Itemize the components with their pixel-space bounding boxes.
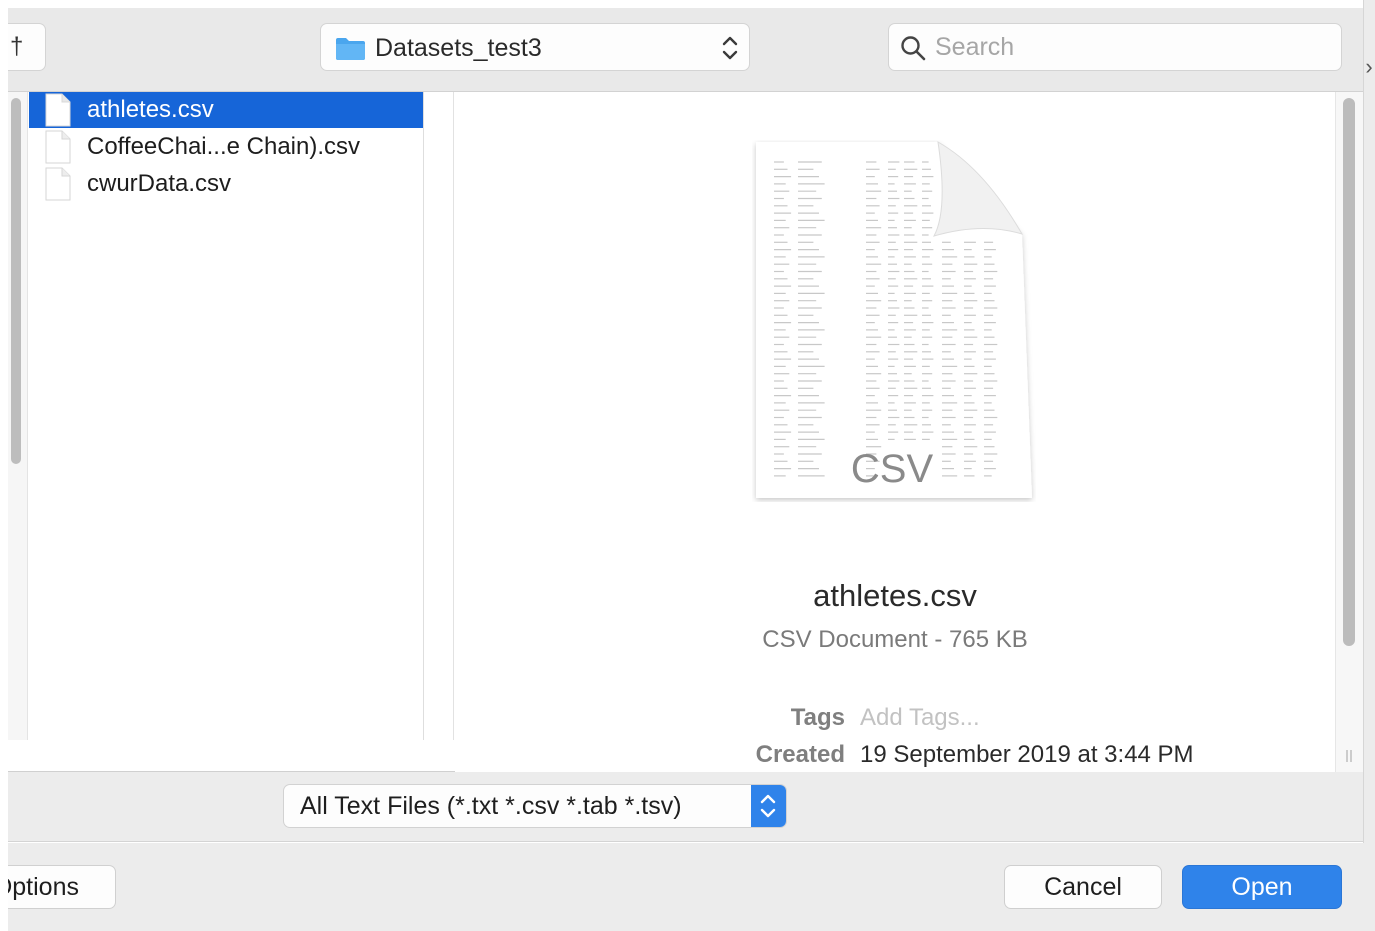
file-row-coffeechain[interactable]: CoffeeChai...e Chain).csv: [29, 129, 423, 165]
file-type-bar: All Text Files (*.txt *.csv *.tab *.tsv): [8, 772, 1363, 842]
document-icon: [45, 130, 71, 164]
options-button[interactable]: Options: [8, 865, 116, 909]
file-type-stepper[interactable]: [751, 785, 786, 827]
folder-icon: [336, 38, 365, 60]
csv-document-thumbnail: CSV: [756, 141, 1032, 498]
document-icon: [45, 93, 71, 127]
created-label: Created: [755, 741, 845, 768]
csv-badge-text: CSV: [851, 447, 934, 491]
search-icon: [901, 36, 926, 61]
file-name: cwurData.csv: [87, 170, 232, 197]
right-scroll-thumb[interactable]: [1343, 98, 1355, 646]
preview-file-name: athletes.csv: [813, 578, 977, 613]
file-type-popup[interactable]: All Text Files (*.txt *.csv *.tab *.tsv): [283, 784, 787, 828]
up-down-chevron-icon: [722, 36, 738, 60]
open-button[interactable]: Open: [1182, 865, 1342, 909]
tags-label: Tags: [790, 704, 845, 731]
preview-file-kind: CSV Document - 765 KB: [762, 626, 1028, 653]
file-list: athletes.csv CoffeeChai...e Chain).csv c…: [29, 92, 424, 740]
file-browser: athletes.csv CoffeeChai...e Chain).csv c…: [8, 92, 1363, 772]
open-file-dialog: › † Datasets_test3 Search athletes.csv C…: [0, 0, 1375, 931]
location-label: Datasets_test3: [375, 34, 542, 62]
toolbar: † Datasets_test3: [8, 8, 1363, 92]
resize-grip-icon[interactable]: [1344, 748, 1354, 764]
document-icon: [45, 167, 71, 201]
location-popup[interactable]: Datasets_test3: [320, 23, 750, 71]
window-edge-right: ›: [1363, 0, 1375, 931]
button-bar: Options Cancel Open: [8, 843, 1363, 931]
search-input[interactable]: [935, 30, 1325, 64]
preview-pane: CSV athletes.csv CSV Document - 765 KB T…: [455, 92, 1335, 772]
column-divider[interactable]: [425, 92, 454, 740]
left-scroll-thumb[interactable]: [11, 98, 21, 464]
view-mode-button[interactable]: †: [8, 23, 46, 71]
cancel-button[interactable]: Cancel: [1004, 865, 1162, 909]
file-row-athletes[interactable]: athletes.csv: [29, 92, 423, 128]
file-type-label: All Text Files (*.txt *.csv *.tab *.tsv): [300, 792, 682, 820]
file-row-cwurdata[interactable]: cwurData.csv: [29, 166, 423, 202]
search-field[interactable]: [888, 23, 1342, 71]
window-edge-bottom-right: [1363, 843, 1375, 931]
options-label: Options: [8, 873, 79, 901]
up-down-chevron-icon: [760, 794, 776, 818]
add-tags-field[interactable]: Add Tags...: [860, 703, 980, 733]
created-value: 19 September 2019 at 3:44 PM: [860, 741, 1194, 768]
file-name: CoffeeChai...e Chain).csv: [87, 133, 361, 160]
left-scrollbar[interactable]: [8, 92, 28, 740]
window-edge-left: [0, 0, 8, 931]
file-name: athletes.csv: [87, 96, 214, 123]
right-scrollbar[interactable]: [1335, 92, 1363, 772]
chevron-right-icon: ›: [1365, 54, 1373, 79]
